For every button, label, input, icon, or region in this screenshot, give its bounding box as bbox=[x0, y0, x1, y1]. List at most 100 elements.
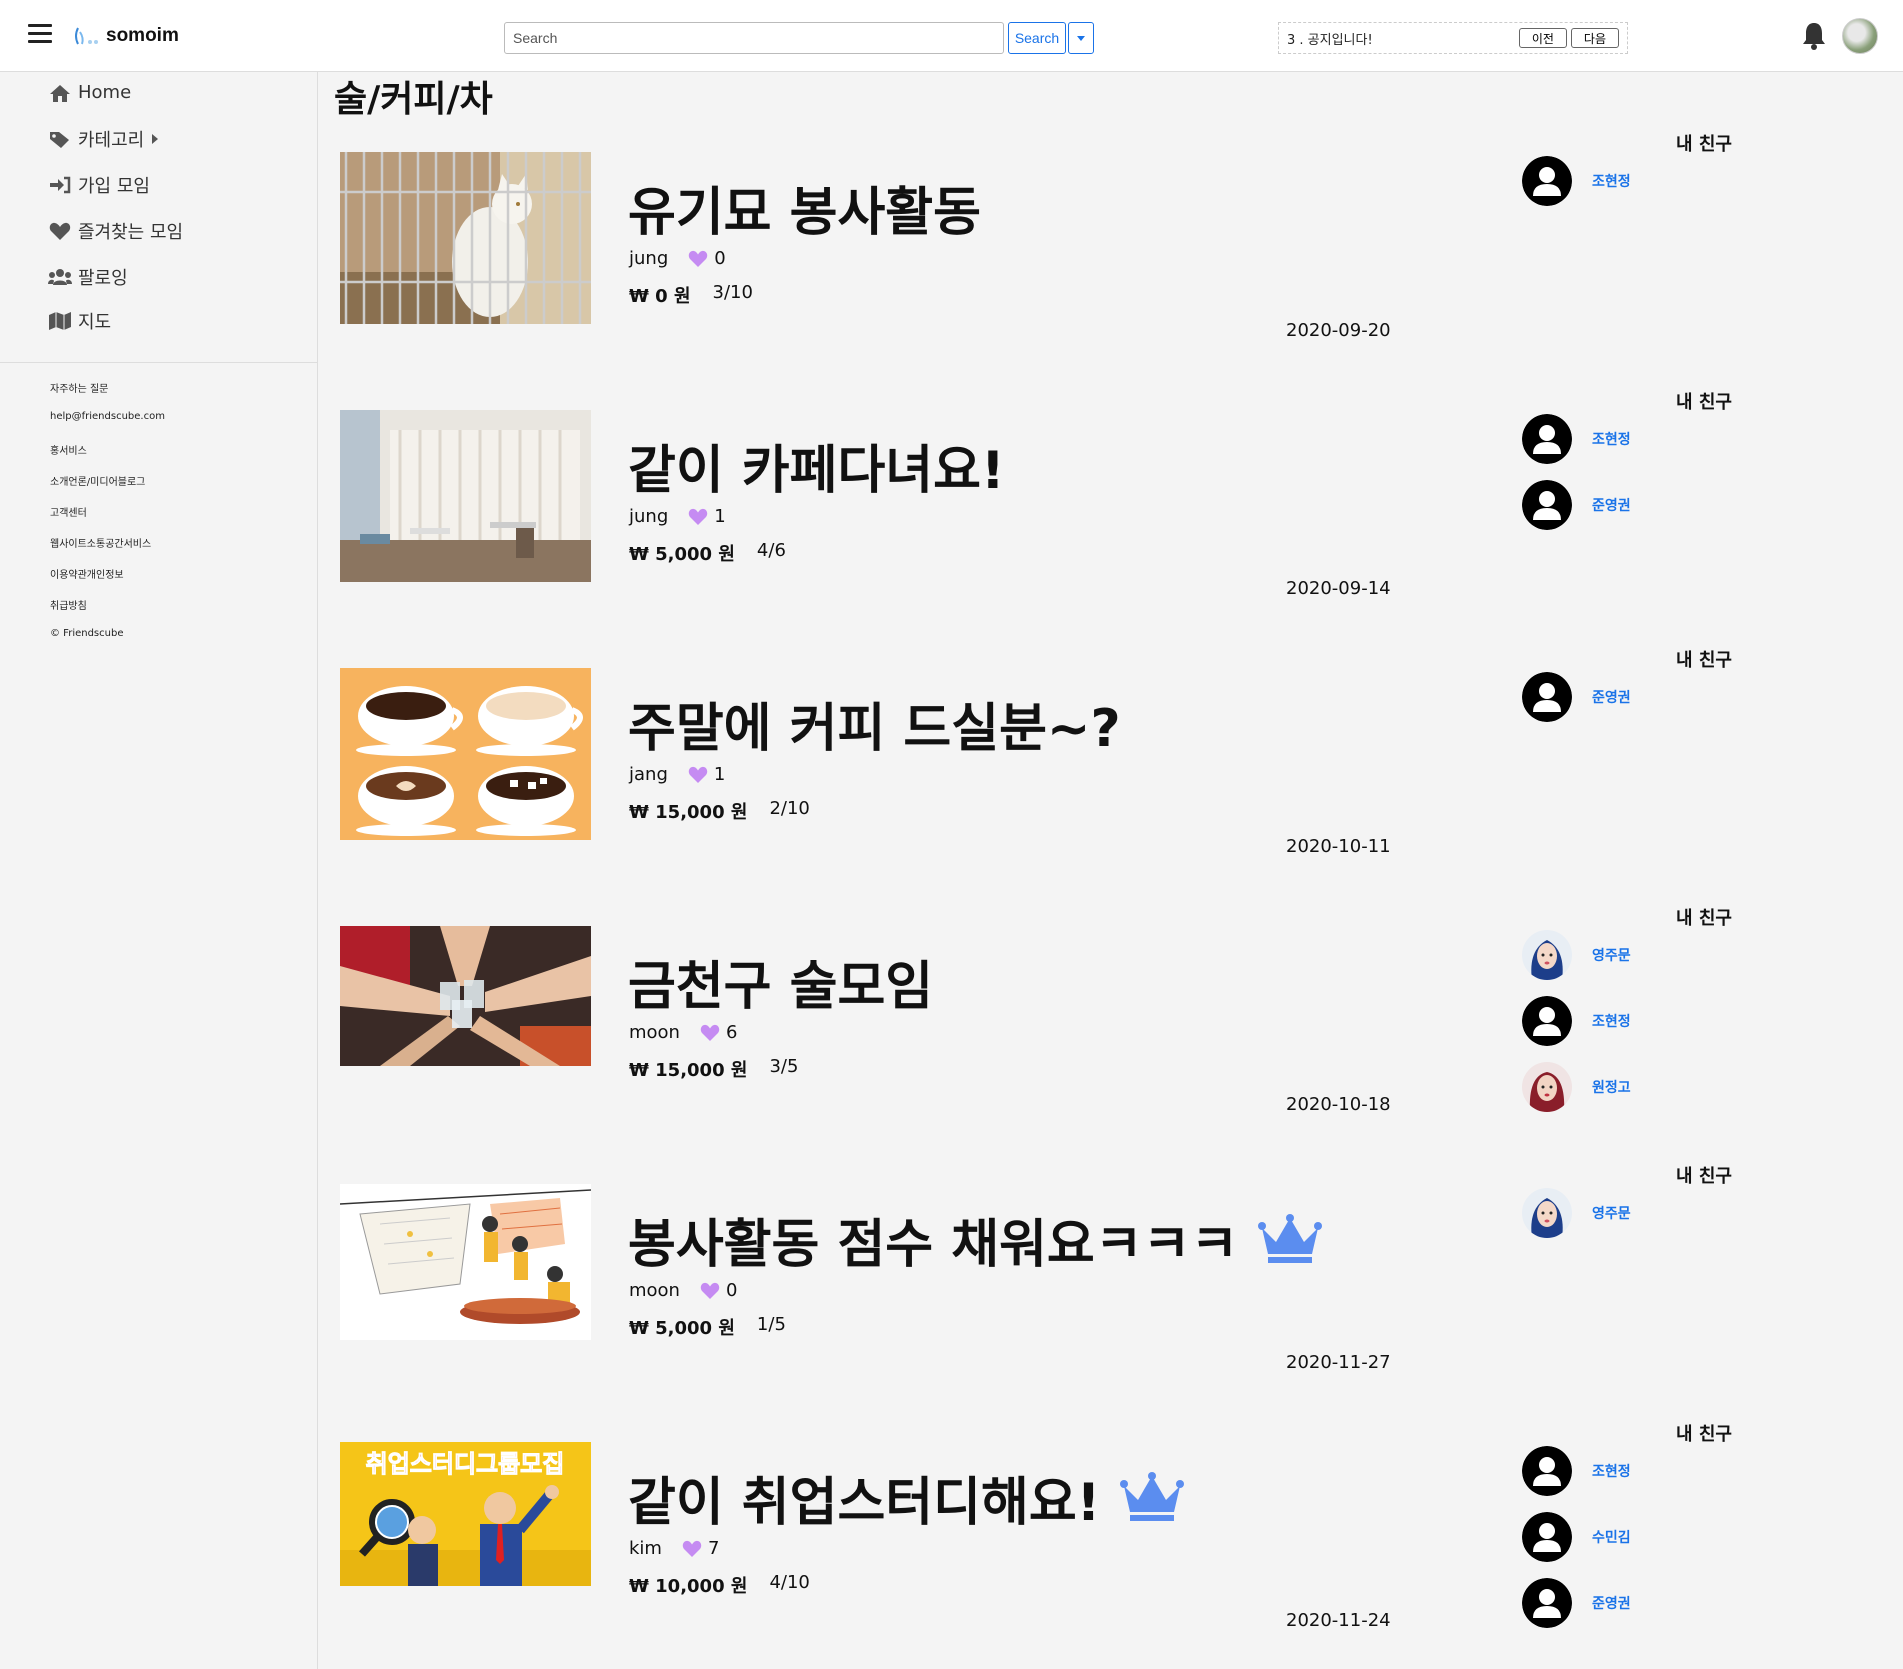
friend-name[interactable]: 영주문 bbox=[1592, 945, 1631, 965]
like-count: 6 bbox=[725, 1022, 738, 1043]
friends-label: 내 친구 bbox=[1676, 908, 1732, 929]
currency-symbol: ₩ bbox=[629, 802, 649, 823]
group-date: 2020-11-24 bbox=[1286, 1610, 1391, 1631]
friend-item[interactable]: 원정고 bbox=[1522, 1062, 1631, 1112]
friend-item[interactable]: 조현정 bbox=[1522, 414, 1631, 464]
won-label: 원 bbox=[718, 1318, 735, 1339]
friend-item[interactable]: 준영권 bbox=[1522, 480, 1631, 530]
sidebar-divider bbox=[0, 362, 318, 363]
friend-name[interactable]: 조현정 bbox=[1592, 171, 1631, 191]
sidebar-item-label: 카테고리 bbox=[78, 130, 145, 151]
group-thumbnail[interactable] bbox=[340, 410, 591, 582]
member-count: 4/10 bbox=[769, 1572, 810, 1593]
user-avatar[interactable] bbox=[1842, 18, 1878, 54]
search-dropdown-button[interactable] bbox=[1068, 22, 1094, 54]
sidebar-item-favorites[interactable]: 즐겨찾는 모임 bbox=[48, 218, 183, 244]
footer-link-service[interactable]: 홍서비스 bbox=[50, 442, 87, 457]
sign-in-icon bbox=[50, 176, 71, 194]
heart-icon[interactable] bbox=[688, 508, 708, 526]
friend-item[interactable]: 준영권 bbox=[1522, 1578, 1631, 1628]
caret-right-icon bbox=[152, 134, 159, 144]
like-count: 1 bbox=[713, 764, 726, 785]
group-owner: jung bbox=[629, 248, 669, 269]
friends-label: 내 친구 bbox=[1676, 650, 1732, 671]
footer-link-press[interactable]: 소개언론/미디어블로그 bbox=[50, 473, 145, 488]
group-title[interactable]: 금천구 술모임 bbox=[628, 944, 933, 1019]
search-button[interactable]: Search bbox=[1008, 22, 1066, 54]
friend-name[interactable]: 원정고 bbox=[1592, 1077, 1631, 1097]
footer-link-email[interactable]: help@friendscube.com bbox=[50, 411, 165, 422]
group-thumbnail[interactable] bbox=[340, 1184, 591, 1356]
group-price-row: ₩ 15,000 원 2/10 bbox=[629, 798, 810, 824]
group-card[interactable]: 봉사활동 점수 채워요ㅋㅋㅋ moon 0 ₩ 5,000 원 1/5 2020… bbox=[340, 1166, 1860, 1424]
sidebar-item-home[interactable]: Home bbox=[48, 82, 131, 103]
friend-item[interactable]: 조현정 bbox=[1522, 1446, 1631, 1496]
group-thumbnail[interactable]: 취업스터디그룹모집 bbox=[340, 1442, 591, 1614]
friend-item[interactable]: 수민김 bbox=[1522, 1512, 1631, 1562]
footer-link-policy[interactable]: 취급방침 bbox=[50, 597, 87, 612]
footer-link-terms[interactable]: 이용약관개인정보 bbox=[50, 566, 124, 581]
group-owner-row: jung 1 bbox=[629, 506, 726, 527]
sidebar-item-joined[interactable]: 가입 모임 bbox=[48, 172, 150, 198]
users-icon bbox=[48, 269, 72, 285]
heart-icon[interactable] bbox=[688, 766, 708, 784]
footer-link-support[interactable]: 고객센터 bbox=[50, 504, 87, 519]
group-title[interactable]: 주말에 커피 드실분~? bbox=[628, 686, 1121, 761]
group-title-text: 금천구 술모임 bbox=[628, 957, 934, 1017]
menu-icon[interactable] bbox=[28, 24, 52, 44]
friend-avatar bbox=[1522, 1578, 1572, 1628]
heart-icon[interactable] bbox=[700, 1282, 720, 1300]
friends-label: 내 친구 bbox=[1676, 1166, 1732, 1187]
group-card[interactable]: 유기묘 봉사활동 jung 0 ₩ 0 원 3/10 2020-09-20 내 … bbox=[340, 134, 1860, 392]
sidebar-item-label: 즐겨찾는 모임 bbox=[78, 222, 184, 243]
group-card[interactable]: 같이 카페다녀요! jung 1 ₩ 5,000 원 4/6 2020-09-1… bbox=[340, 392, 1860, 650]
group-owner-row: jung 0 bbox=[629, 248, 726, 269]
footer-link-website[interactable]: 웹사이트소통공간서비스 bbox=[50, 535, 151, 550]
notice-next-button[interactable]: 다음 bbox=[1570, 28, 1619, 48]
friend-item[interactable]: 조현정 bbox=[1522, 996, 1631, 1046]
friend-item[interactable]: 영주문 bbox=[1522, 1188, 1631, 1238]
friend-item[interactable]: 준영권 bbox=[1522, 672, 1631, 722]
heart-icon[interactable] bbox=[688, 250, 708, 268]
friend-avatar bbox=[1522, 996, 1572, 1046]
friend-avatar bbox=[1522, 930, 1572, 980]
group-price: 5,000 bbox=[655, 1318, 713, 1339]
group-thumbnail[interactable] bbox=[340, 668, 591, 840]
friend-name[interactable]: 준영권 bbox=[1592, 495, 1631, 515]
heart-icon[interactable] bbox=[682, 1540, 702, 1558]
friend-name[interactable]: 조현정 bbox=[1592, 1011, 1631, 1031]
bell-icon[interactable] bbox=[1800, 20, 1828, 52]
group-price-row: ₩ 10,000 원 4/10 bbox=[629, 1572, 810, 1598]
footer-link-faq[interactable]: 자주하는 질문 bbox=[50, 380, 108, 395]
logo[interactable]: somoim bbox=[70, 24, 179, 48]
group-thumbnail[interactable] bbox=[340, 152, 591, 324]
friend-item[interactable]: 조현정 bbox=[1522, 156, 1631, 206]
group-card[interactable]: 취업스터디그룹모집 같이 취업스터디해요! kim 7 ₩ 10,000 원 4… bbox=[340, 1424, 1860, 1669]
group-card[interactable]: 주말에 커피 드실분~? jang 1 ₩ 15,000 원 2/10 2020… bbox=[340, 650, 1860, 908]
group-title-text: 같이 카페다녀요! bbox=[628, 441, 1005, 501]
sidebar-item-map[interactable]: 지도 bbox=[48, 308, 111, 334]
friend-name[interactable]: 조현정 bbox=[1592, 1461, 1631, 1481]
friend-item[interactable]: 영주문 bbox=[1522, 930, 1631, 980]
friend-name[interactable]: 수민김 bbox=[1592, 1527, 1631, 1547]
friend-avatar bbox=[1522, 1512, 1572, 1562]
sidebar-item-label: 팔로잉 bbox=[78, 268, 128, 289]
group-title[interactable]: 같이 취업스터디해요! bbox=[628, 1460, 1185, 1535]
sidebar-item-label: Home bbox=[78, 82, 132, 103]
heart-icon[interactable] bbox=[700, 1024, 720, 1042]
sidebar-item-following[interactable]: 팔로잉 bbox=[48, 264, 128, 290]
notice-prev-button[interactable]: 이전 bbox=[1518, 28, 1567, 48]
search-input[interactable] bbox=[504, 22, 1004, 54]
group-title[interactable]: 같이 카페다녀요! bbox=[628, 428, 1005, 503]
friend-name[interactable]: 영주문 bbox=[1592, 1203, 1631, 1223]
friend-name[interactable]: 준영권 bbox=[1592, 687, 1631, 707]
group-title[interactable]: 봉사활동 점수 채워요ㅋㅋㅋ bbox=[628, 1202, 1323, 1277]
group-date: 2020-09-14 bbox=[1286, 578, 1391, 599]
friend-name[interactable]: 조현정 bbox=[1592, 429, 1631, 449]
group-title[interactable]: 유기묘 봉사활동 bbox=[628, 170, 981, 245]
group-card[interactable]: 금천구 술모임 moon 6 ₩ 15,000 원 3/5 2020-10-18… bbox=[340, 908, 1860, 1166]
sidebar-item-label: 지도 bbox=[78, 312, 112, 333]
group-thumbnail[interactable] bbox=[340, 926, 591, 1098]
sidebar-item-category[interactable]: 카테고리 bbox=[48, 126, 160, 152]
friend-name[interactable]: 준영권 bbox=[1592, 1593, 1631, 1613]
